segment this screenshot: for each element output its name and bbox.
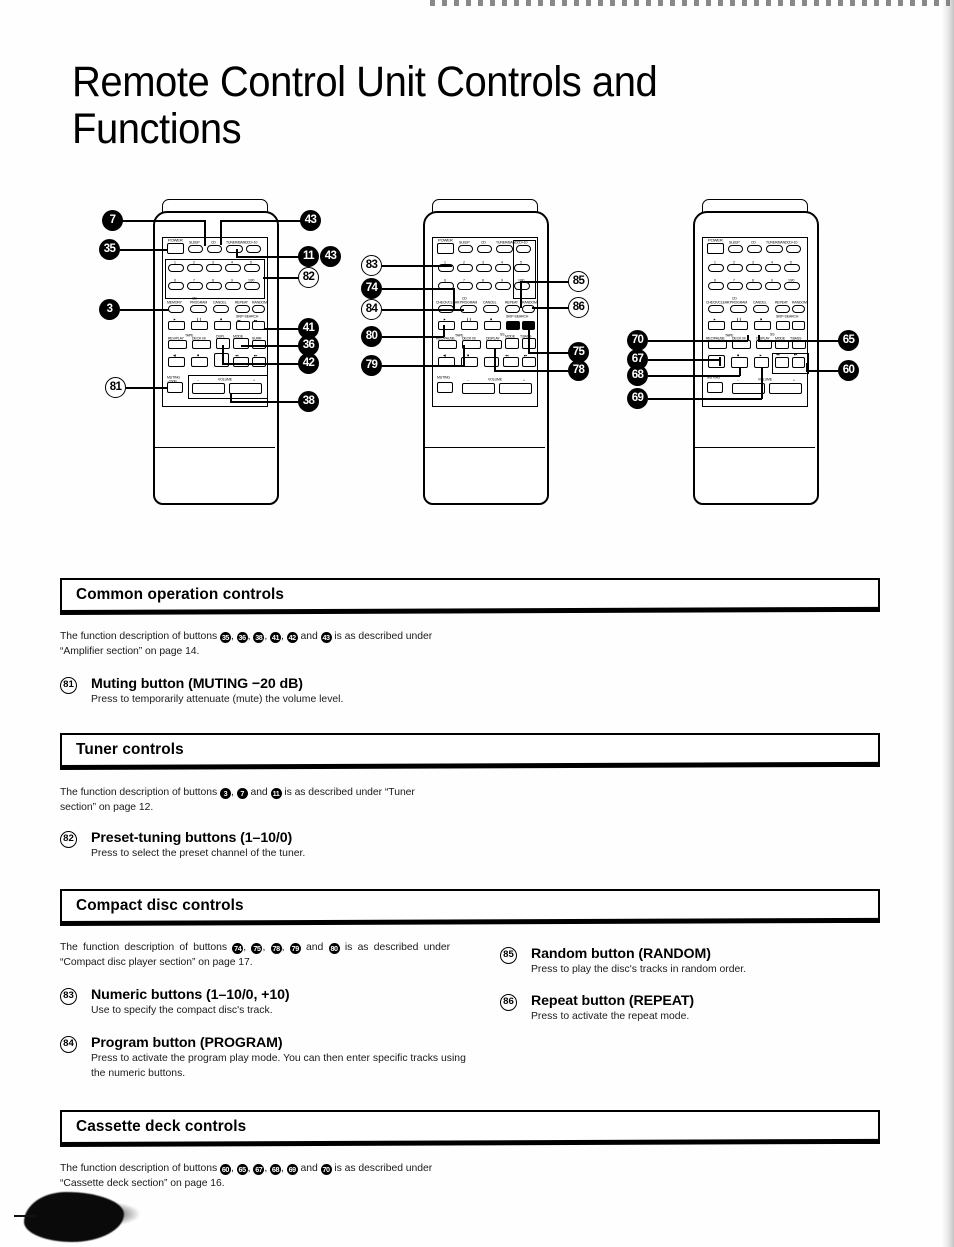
inline-num-41: 41	[270, 632, 281, 643]
callout-85: 85	[568, 271, 589, 292]
scan-artifact-top	[430, 0, 950, 6]
section-heading-common: Common operation controls	[76, 586, 285, 603]
page-title: Remote Control Unit Controls and Functio…	[72, 57, 658, 153]
entry-heading-82: Preset-tuning buttons (1–10/0)	[91, 830, 293, 846]
remote-diagrams: POWER SLEEP CD TUNER/BAND CD+10 1 2 3 4 …	[0, 185, 954, 525]
entry-number-82: 82	[60, 831, 77, 848]
callout-3: 3	[99, 299, 120, 320]
inline-num-70: 70	[320, 1164, 332, 1175]
entry-number-84: 84	[60, 1036, 77, 1053]
entry-81: 81 Muting button (MUTING −20 dB) Press t…	[60, 676, 480, 708]
inline-num-42: 42	[286, 632, 298, 643]
entry-82: 82 Preset-tuning buttons (1–10/0) Press …	[60, 830, 480, 862]
callout-60: 60	[838, 360, 859, 381]
section-intro-cassette: The function description of buttons 60, …	[60, 1163, 433, 1189]
inline-num-78: 78	[270, 943, 282, 954]
callout-69: 69	[627, 388, 648, 409]
entry-number-85: 85	[500, 947, 517, 964]
section-heading-tuner: Tuner controls	[76, 741, 184, 758]
inline-num-11: 11	[270, 788, 282, 799]
entry-heading-85: Random button (RANDOM)	[531, 946, 711, 962]
callout-79: 79	[361, 355, 382, 376]
entry-84: 84 Program button (PROGRAM) Press to act…	[60, 1035, 480, 1081]
inline-num-80: 80	[328, 943, 340, 954]
callout-35: 35	[99, 239, 120, 260]
callout-38: 38	[298, 391, 319, 412]
section-intro-cd: The function description of buttons 74, …	[60, 942, 450, 968]
callout-80: 80	[361, 326, 382, 347]
intro-prefix: The function description of buttons	[60, 631, 220, 642]
section-heading-cd: Compact disc controls	[76, 897, 244, 914]
callout-11: 11	[298, 246, 319, 267]
callout-7: 7	[102, 210, 123, 231]
inline-num-38: 38	[253, 632, 265, 643]
inline-num-74: 74	[232, 943, 244, 954]
entry-heading-86: Repeat button (REPEAT)	[531, 993, 695, 1009]
section-bar-cd: Compact disc controls	[60, 889, 880, 923]
entry-85: 85 Random button (RANDOM) Press to play …	[500, 946, 890, 978]
manual-page: Remote Control Unit Controls and Functio…	[0, 0, 954, 1247]
inline-num-36: 36	[236, 632, 248, 643]
callout-82: 82	[298, 267, 319, 288]
callout-43-second: 43	[320, 246, 341, 267]
intro-prefix: The function description of buttons	[60, 787, 220, 798]
inline-num-60: 60	[219, 1164, 231, 1175]
entry-heading-83: Numeric buttons (1–10/0, +10)	[91, 987, 290, 1003]
inline-num-3: 3	[219, 788, 231, 799]
intro-prefix: The function description of buttons	[60, 1163, 220, 1174]
inline-num-65: 65	[236, 1164, 248, 1175]
entry-body-81: Press to temporarily attenuate (mute) th…	[91, 694, 344, 705]
entry-body-84: Press to activate the program play mode.…	[91, 1053, 466, 1079]
callout-84: 84	[361, 299, 382, 320]
inline-num-35: 35	[219, 632, 231, 643]
callout-86: 86	[568, 297, 589, 318]
inline-num-68: 68	[270, 1164, 281, 1175]
callout-81: 81	[105, 377, 126, 398]
entry-heading-81: Muting button (MUTING −20 dB)	[91, 676, 303, 692]
entry-83: 83 Numeric buttons (1–10/0, +10) Use to …	[60, 987, 480, 1019]
section-bar-tuner: Tuner controls	[60, 733, 880, 767]
section-bar-cassette: Cassette deck controls	[60, 1110, 880, 1144]
callout-78: 78	[568, 360, 589, 381]
entry-heading-84: Program button (PROGRAM)	[91, 1035, 283, 1051]
section-intro-common: The function description of buttons 35, …	[60, 631, 433, 657]
inline-num-79: 79	[289, 943, 301, 954]
callout-42: 42	[298, 353, 319, 374]
inline-num-75: 75	[251, 943, 263, 954]
entry-body-86: Press to activate the repeat mode.	[531, 1011, 690, 1022]
callout-65: 65	[838, 330, 859, 351]
entry-body-83: Use to specify the compact disc's track.	[91, 1005, 273, 1016]
scan-artifact-smudge	[24, 1192, 140, 1242]
section-heading-cassette: Cassette deck controls	[76, 1118, 247, 1135]
inline-num-69: 69	[286, 1164, 298, 1175]
entry-86: 86 Repeat button (REPEAT) Press to activ…	[500, 993, 890, 1025]
intro-prefix: The function description of buttons	[60, 942, 233, 953]
entry-number-83: 83	[60, 988, 77, 1005]
section-bar-common: Common operation controls	[60, 578, 880, 612]
callout-70: 70	[627, 330, 648, 351]
inline-num-7: 7	[236, 788, 248, 799]
section-intro-tuner: The function description of buttons 3, 7…	[60, 787, 415, 813]
callout-83: 83	[361, 255, 382, 276]
callout-74: 74	[361, 278, 382, 299]
scan-artifact-smudge-tail	[14, 1215, 36, 1217]
callout-43-top: 43	[300, 210, 321, 231]
inline-num-67: 67	[253, 1164, 265, 1175]
inline-num-43: 43	[320, 632, 332, 643]
entry-body-82: Press to select the preset channel of th…	[91, 848, 306, 859]
entry-body-85: Press to play the disc's tracks in rando…	[531, 964, 747, 975]
entry-number-81: 81	[60, 677, 77, 694]
callout-68: 68	[627, 365, 648, 386]
entry-number-86: 86	[500, 994, 517, 1011]
